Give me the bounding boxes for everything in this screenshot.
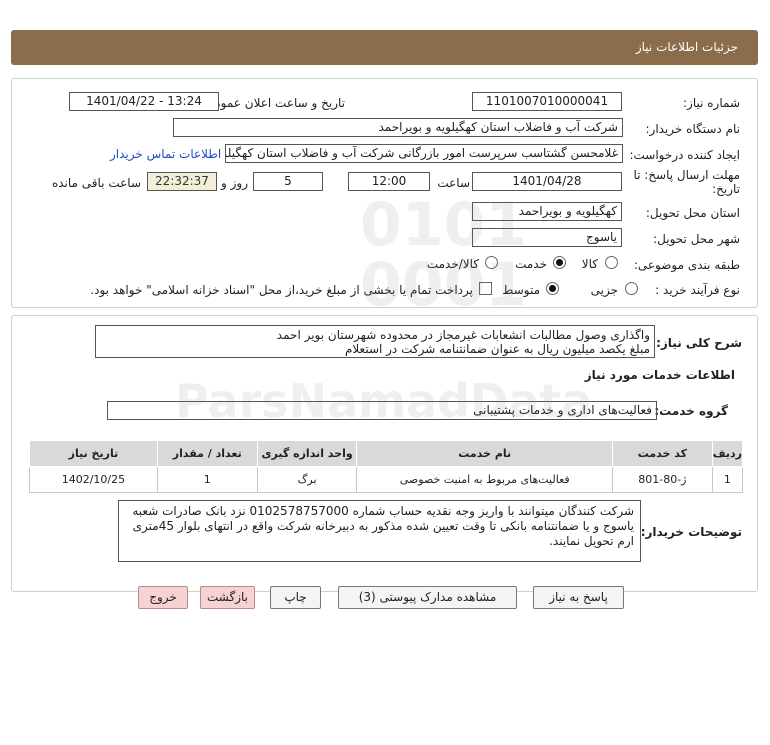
city-field: یاسوج: [472, 228, 622, 247]
creator-label: ایجاد کننده درخواست:: [629, 148, 740, 162]
need-info-panel: [11, 78, 758, 308]
cell-name: فعالیت‌های مربوط به امنیت خصوصی: [356, 466, 613, 493]
buyer-org-label: نام دستگاه خریدار:: [645, 122, 741, 136]
treasury-payment-note: پرداخت تمام یا بخشی از مبلغ خرید،از محل …: [90, 283, 473, 297]
need-description-box: واگذاری وصول مطالبات انشعابات غیرمجاز در…: [95, 325, 655, 358]
deadline-label: مهلت ارسال پاسخ: تا: [633, 168, 740, 182]
category-goods-service-label: کالا/خدمت: [426, 257, 479, 271]
announce-date-field: 1401/04/22 - 13:24: [69, 92, 219, 111]
deadline-date-field: 1401/04/28: [472, 172, 622, 191]
buyer-org-field: شرکت آب و فاضلاب استان کهگیلویه و بویراح…: [173, 118, 623, 137]
buyer-contact-link[interactable]: اطلاعات تماس خریدار: [110, 147, 221, 161]
service-group-label: گروه خدمت:: [654, 404, 728, 418]
col-date: تاریخ نیاز: [29, 440, 158, 467]
col-name: نام خدمت: [356, 440, 613, 467]
category-label: طبقه بندی موضوعی:: [633, 258, 740, 272]
table-row: 1 ژ-80-801 فعالیت‌های مربوط به امنیت خصو…: [29, 466, 744, 493]
page-header: جزئیات اطلاعات نیاز: [11, 30, 758, 65]
cell-unit: برگ: [256, 466, 358, 493]
col-qty: تعداد / مقدار: [156, 440, 258, 467]
buyer-notes-label: توضیحات خریدار:: [640, 525, 742, 539]
process-small-label: جزیی: [590, 283, 618, 297]
process-medium-label: متوسط: [502, 283, 540, 297]
treasury-payment-checkbox[interactable]: [479, 282, 492, 295]
cell-qty: 1: [156, 466, 258, 493]
deadline-time-field: 12:00: [348, 172, 430, 191]
col-code: کد خدمت: [611, 440, 713, 467]
exit-button[interactable]: خروج: [138, 586, 188, 609]
col-unit: واحد اندازه گیری: [256, 440, 358, 467]
service-group-field: فعالیت‌های اداری و خدمات پشتیبانی: [107, 401, 657, 420]
province-field: کهگیلویه و بویراحمد: [472, 202, 622, 221]
creator-field: غلامحسن گشتاسب سرپرست امور بازرگانی شرکت…: [225, 144, 623, 163]
print-button[interactable]: چاپ: [270, 586, 321, 609]
announce-date-label: تاریخ و ساعت اعلان عمومی:: [200, 96, 345, 110]
process-small-radio[interactable]: [625, 282, 638, 295]
city-label: شهر محل تحویل:: [653, 232, 740, 246]
province-label: استان محل تحویل:: [645, 206, 740, 220]
category-goods-radio[interactable]: [605, 256, 618, 269]
cell-code: ژ-80-801: [611, 466, 713, 493]
col-row: ردیف: [711, 440, 744, 467]
category-service-label: خدمت: [515, 257, 547, 271]
need-description-line1: واگذاری وصول مطالبات انشعابات غیرمجاز در…: [276, 328, 650, 342]
need-details-page: جزئیات اطلاعات نیاز شماره نیاز: 11010070…: [0, 0, 770, 745]
remaining-time-field: 22:32:37: [147, 172, 217, 191]
category-goods-service-radio[interactable]: [485, 256, 498, 269]
cell-row: 1: [711, 466, 744, 493]
page-title: جزئیات اطلاعات نیاز: [635, 40, 738, 54]
remaining-time-label: ساعت باقی مانده: [51, 176, 141, 190]
process-medium-radio[interactable]: [546, 282, 559, 295]
buyer-notes-line3: ارم تحویل نمایند.: [549, 534, 634, 548]
category-service-radio[interactable]: [553, 256, 566, 269]
deadline-date-label: تاریخ:: [712, 182, 740, 196]
remaining-days-field: 5: [253, 172, 323, 191]
cell-date: 1402/10/25: [29, 466, 158, 493]
buyer-notes-box: شرکت کنندگان میتوانند با واریز وجه نقدیه…: [118, 500, 641, 562]
back-button[interactable]: بازگشت: [200, 586, 255, 609]
need-description-line2: مبلغ یکصد میلیون ریال به عنوان ضمانتنامه…: [344, 342, 650, 356]
buyer-notes-line1: شرکت کنندگان میتوانند با واریز وجه نقدیه…: [132, 504, 634, 518]
reply-button[interactable]: پاسخ به نیاز: [533, 586, 624, 609]
services-info-title: اطلاعات خدمات مورد نیاز: [584, 368, 735, 382]
buyer-notes-line2: یاسوج و یا ضمانتنامه بانکی تا وقت تعیین …: [132, 519, 634, 533]
services-table-header: ردیف کد خدمت نام خدمت واحد اندازه گیری ت…: [29, 440, 744, 467]
deadline-time-label: ساعت: [437, 176, 470, 190]
services-table: ردیف کد خدمت نام خدمت واحد اندازه گیری ت…: [29, 440, 744, 493]
process-type-label: نوع فرآیند خرید :: [655, 283, 740, 297]
days-label: روز و: [221, 176, 248, 190]
need-number-label: شماره نیاز:: [683, 96, 740, 110]
need-number-field: 1101007010000041: [472, 92, 622, 111]
need-description-label: شرح کلی نیاز:: [656, 336, 742, 350]
attachments-button[interactable]: مشاهده مدارک پیوستی (3): [338, 586, 517, 609]
category-goods-label: کالا: [581, 257, 598, 271]
